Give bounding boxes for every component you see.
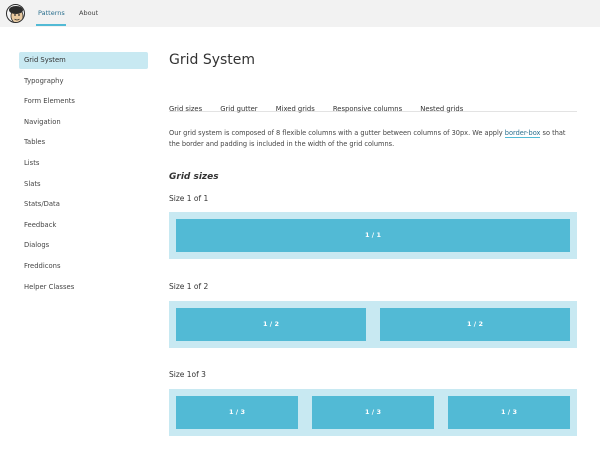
nav-patterns[interactable]: Patterns (38, 9, 65, 17)
sidebar-item-dialogs[interactable]: Dialogs (19, 237, 148, 254)
intro-text-before: Our grid system is composed of 8 flexibl… (169, 129, 505, 137)
sidebar-item-helper-classes[interactable]: Helper Classes (19, 279, 148, 296)
size-label: Size 1of 3 (169, 370, 206, 379)
grid-sizes-heading: Grid sizes (169, 172, 219, 182)
grid-column: 1 / 3 (448, 396, 570, 429)
sidebar-item-grid-system[interactable]: Grid System (19, 52, 148, 69)
page-title: Grid System (169, 52, 256, 68)
intro-paragraph: Our grid system is composed of 8 flexibl… (169, 128, 577, 150)
tab-mixed-grids[interactable]: Mixed grids (276, 105, 315, 113)
tab-grid-sizes[interactable]: Grid sizes (169, 105, 202, 113)
grid-column: 1 / 2 (176, 308, 366, 341)
sidebar-item-stats-data[interactable]: Stats/Data (19, 196, 148, 213)
tab-responsive-columns[interactable]: Responsive columns (333, 105, 402, 113)
top-bar: Patterns About (0, 0, 600, 27)
tab-nested-grids[interactable]: Nested grids (420, 105, 463, 113)
nav-active-indicator (36, 24, 66, 26)
sidebar-item-slats[interactable]: Slats (19, 176, 148, 193)
grid-column: 1 / 2 (380, 308, 570, 341)
sidebar-item-tables[interactable]: Tables (19, 134, 148, 151)
grid-example-1-of-1: 1 / 1 (169, 212, 577, 259)
sidebar-item-typography[interactable]: Typography (19, 73, 148, 90)
nav-about[interactable]: About (79, 9, 98, 17)
sidebar-item-freddicons[interactable]: Freddicons (19, 258, 148, 275)
grid-column: 1 / 3 (176, 396, 298, 429)
sidebar: Grid System Typography Form Elements Nav… (19, 52, 148, 299)
grid-example-1-of-3: 1 / 3 1 / 3 1 / 3 (169, 389, 577, 436)
grid-example-1-of-2: 1 / 2 1 / 2 (169, 301, 577, 348)
border-box-link[interactable]: border-box (504, 129, 541, 138)
size-label: Size 1 of 1 (169, 194, 209, 203)
section-tabs: Grid sizes Grid gutter Mixed grids Respo… (169, 96, 577, 113)
freddie-logo-icon[interactable] (6, 4, 25, 23)
tab-grid-gutter[interactable]: Grid gutter (220, 105, 257, 113)
sidebar-item-form-elements[interactable]: Form Elements (19, 93, 148, 110)
sidebar-item-lists[interactable]: Lists (19, 155, 148, 172)
size-label: Size 1 of 2 (169, 282, 209, 291)
grid-column: 1 / 3 (312, 396, 434, 429)
sidebar-item-navigation[interactable]: Navigation (19, 114, 148, 131)
sidebar-item-feedback[interactable]: Feedback (19, 217, 148, 234)
grid-column: 1 / 1 (176, 219, 570, 252)
